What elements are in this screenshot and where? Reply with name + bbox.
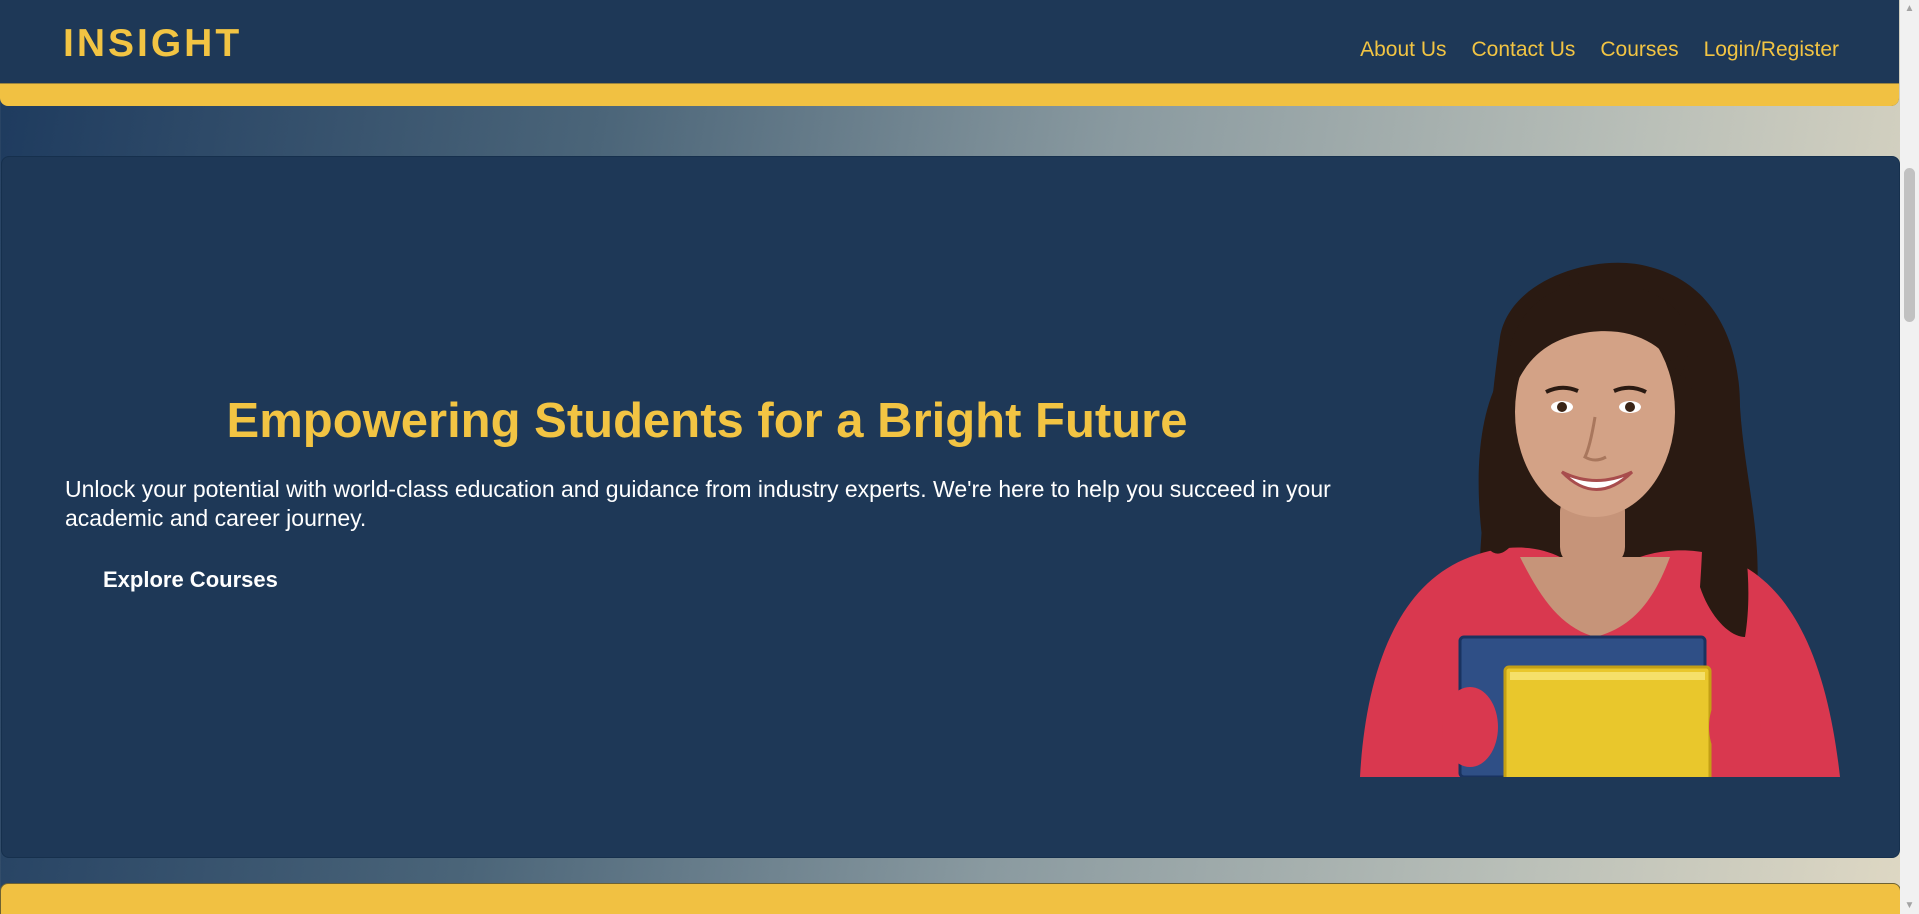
hero-section: Empowering Students for a Bright Future … (1, 156, 1900, 858)
site-header: INSIGHT About Us Contact Us Courses Logi… (0, 0, 1899, 106)
nav-link-login-register[interactable]: Login/Register (1704, 38, 1839, 62)
hero-description: Unlock your potential with world-class e… (65, 476, 1331, 531)
scrollbar-thumb[interactable] (1904, 168, 1915, 322)
hero-title: Empowering Students for a Bright Future (226, 394, 1188, 448)
scroll-up-arrow-icon[interactable]: ▲ (1900, 0, 1919, 17)
footer-accent-bar (0, 883, 1901, 914)
site-logo[interactable]: INSIGHT (63, 22, 242, 66)
student-with-books-image (1360, 262, 1840, 777)
page-scrollbar[interactable]: ▲ ▼ (1900, 0, 1919, 914)
explore-courses-button[interactable]: Explore Courses (65, 557, 316, 603)
nav-link-contact-us[interactable]: Contact Us (1472, 38, 1576, 62)
header-accent-bar (0, 83, 1899, 106)
nav-link-courses[interactable]: Courses (1600, 38, 1678, 62)
nav-link-about-us[interactable]: About Us (1360, 38, 1446, 62)
main-nav: About Us Contact Us Courses Login/Regist… (1360, 38, 1839, 62)
scroll-down-arrow-icon[interactable]: ▼ (1900, 897, 1919, 914)
